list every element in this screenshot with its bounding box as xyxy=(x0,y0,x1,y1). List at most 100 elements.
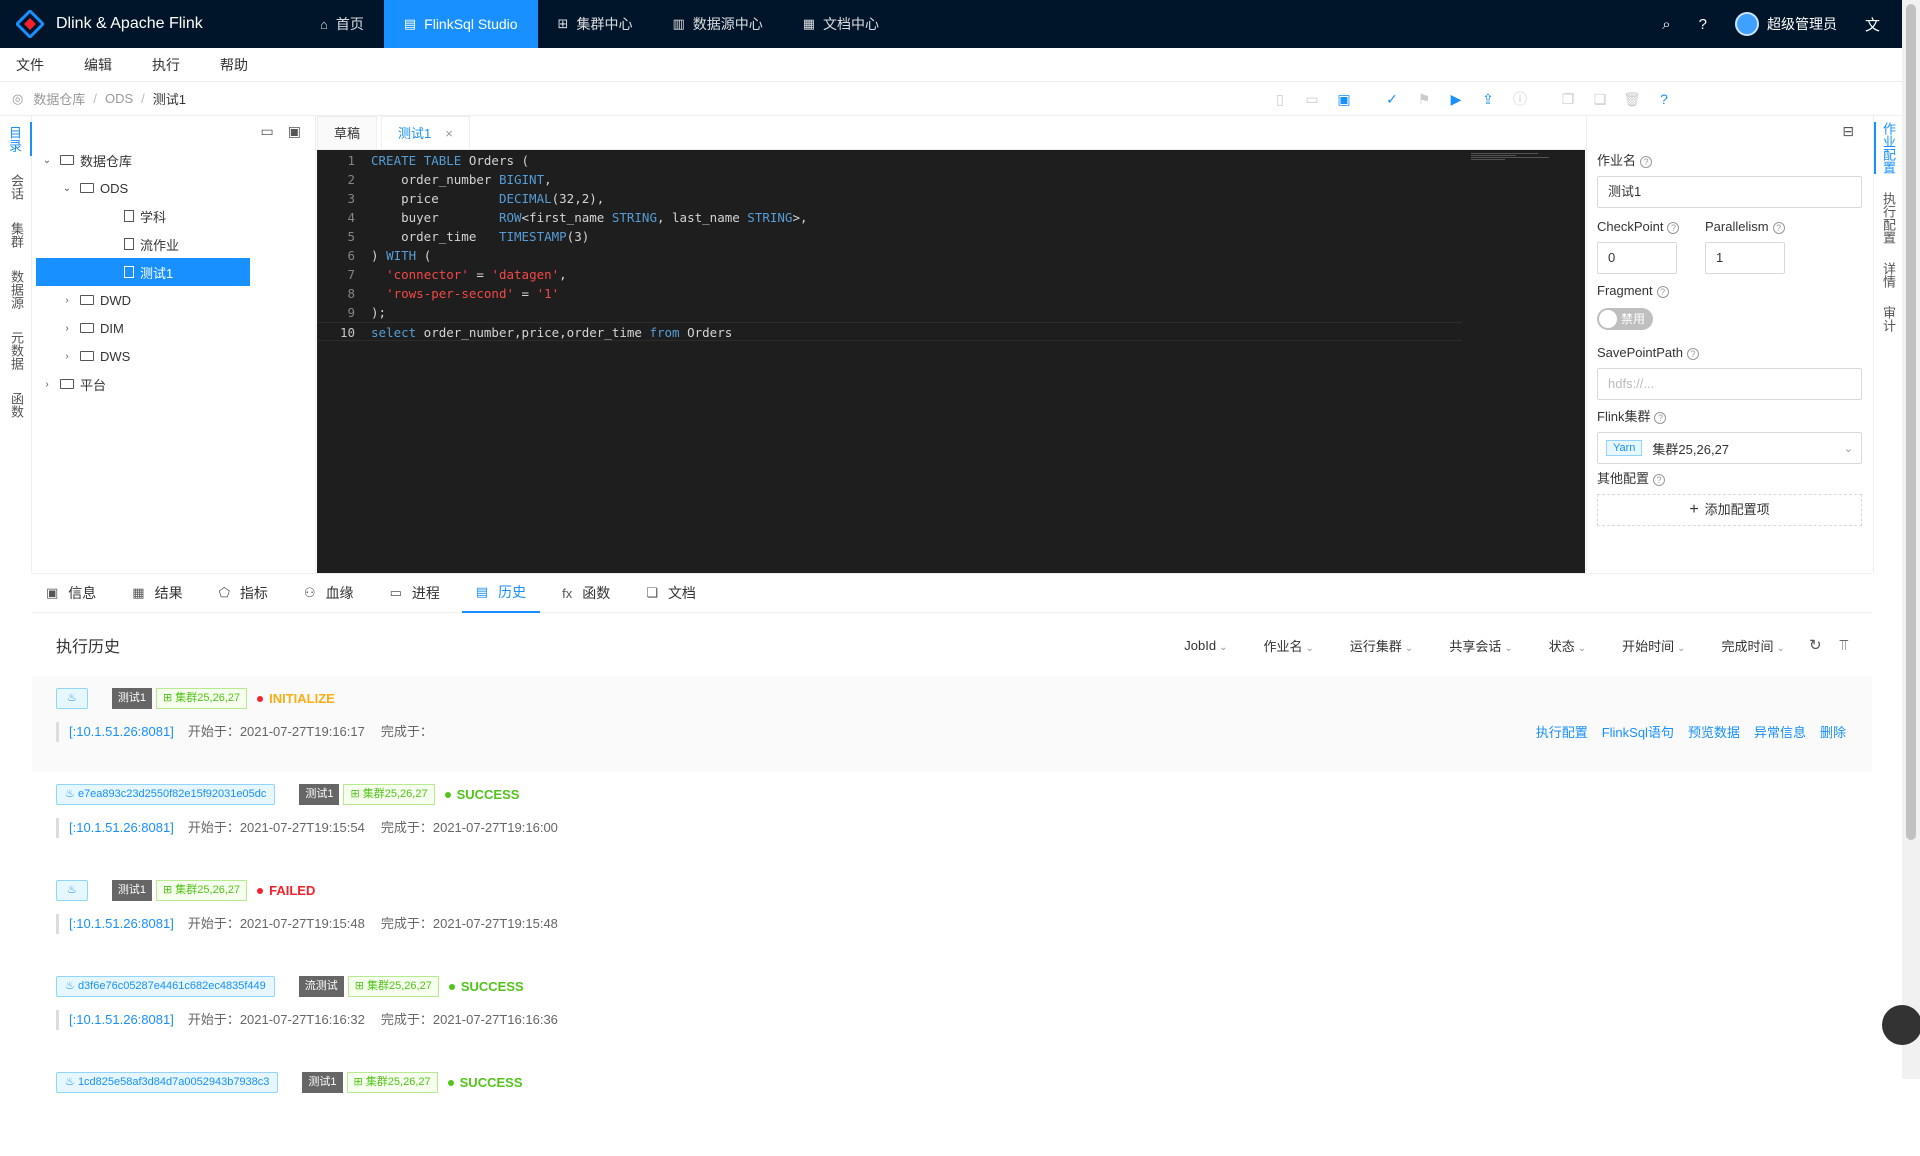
code-line[interactable]: 10 select order_number,price,order_time … xyxy=(317,322,1462,341)
code-line[interactable]: 4 buyer ROW<first_name STRING, last_name… xyxy=(317,208,1585,227)
breadcrumb-item[interactable]: 数据仓库 xyxy=(33,89,85,108)
save-icon[interactable]: ▣ xyxy=(1328,91,1360,108)
close-icon[interactable]: × xyxy=(445,126,453,141)
nav-item[interactable]: ⌂ 首页 xyxy=(300,0,384,48)
chevron-right-icon[interactable]: › xyxy=(60,351,74,362)
nav-item[interactable]: ▦ 文档中心 xyxy=(783,0,899,48)
new-file-icon[interactable]: ▯ xyxy=(1264,91,1296,108)
config-side-tab[interactable]: 执行配置 xyxy=(1874,192,1903,244)
action-link[interactable]: FlinkSql语句 xyxy=(1602,722,1674,741)
collapse-all-icon[interactable]: ▣ xyxy=(288,123,301,140)
cluster-address-link[interactable]: [:10.1.51.26:8081] xyxy=(69,1010,174,1030)
jobid-tag[interactable]: ♨ d3f6e76c05287e4461c682ec4835f449 xyxy=(56,975,275,997)
nav-item[interactable]: ⊞ 集群中心 xyxy=(538,0,653,48)
tree-node[interactable]: 学科 xyxy=(36,202,315,230)
code-line[interactable]: 8 'rows-per-second' = '1' xyxy=(317,284,1585,303)
breadcrumb-item[interactable]: ODS xyxy=(105,91,133,106)
paste-icon[interactable]: ❏ xyxy=(1584,91,1616,108)
console-tab[interactable]: fx 函数 xyxy=(548,573,624,613)
page-scrollbar[interactable] xyxy=(1902,0,1920,1079)
tree-node[interactable]: › DWD xyxy=(36,286,315,314)
check-icon[interactable]: ✓ xyxy=(1376,91,1408,108)
brand[interactable]: Dlink & Apache Flink xyxy=(0,8,300,40)
history-item[interactable]: ♨ 测试1 ⊞ 集群25,26,27 INITIALIZE [:10.1.51.… xyxy=(32,676,1872,772)
action-link[interactable]: 删除 xyxy=(1820,722,1846,741)
filter-dropdown[interactable]: 共享会话 ⌄ xyxy=(1431,636,1512,655)
history-item[interactable]: ♨ 1cd825e58af3d84d7a0052943b7938c3 测试1 ⊞… xyxy=(32,1060,1872,1156)
history-item[interactable]: ♨ d3f6e76c05287e4461c682ec4835f449 流测试 ⊞… xyxy=(32,964,1872,1060)
code-line[interactable]: 5 order_time TIMESTAMP(3) xyxy=(317,227,1585,246)
console-tab[interactable]: ▦ 结果 xyxy=(118,573,196,613)
jobid-tag[interactable]: ♨ e7ea893c23d2550f82e15f92031e05dc xyxy=(56,783,276,805)
chevron-right-icon[interactable]: › xyxy=(60,295,74,306)
action-link[interactable]: 预览数据 xyxy=(1688,722,1740,741)
tab-test1[interactable]: 测试1 × xyxy=(381,116,470,149)
console-tab[interactable]: ⬠ 指标 xyxy=(205,573,282,613)
action-link[interactable]: 执行配置 xyxy=(1536,722,1588,741)
run-icon[interactable]: ▶ xyxy=(1440,91,1472,108)
console-tab[interactable]: ❏ 文档 xyxy=(632,573,710,613)
menu-item[interactable]: 编辑 xyxy=(84,55,112,75)
jobid-tag[interactable]: ♨ 1cd825e58af3d84d7a0052943b7938c3 xyxy=(56,1071,279,1093)
cluster-address-link[interactable]: [:10.1.51.26:8081] xyxy=(69,818,174,838)
cluster-address-link[interactable]: [:10.1.51.26:8081] xyxy=(69,722,174,742)
console-tab[interactable]: ⚇ 血缘 xyxy=(290,573,368,613)
filter-dropdown[interactable]: 完成时间 ⌄ xyxy=(1704,636,1785,655)
console-tab[interactable]: ▤ 历史 xyxy=(461,573,541,613)
config-side-tab[interactable]: 作业配置 xyxy=(1874,122,1903,174)
nav-item[interactable]: ▥ 数据源中心 xyxy=(652,0,782,48)
tree-node[interactable]: › 平台 xyxy=(36,370,315,398)
action-link[interactable]: 异常信息 xyxy=(1754,722,1806,741)
side-tab[interactable]: 目录 xyxy=(0,122,32,156)
history-item[interactable]: ♨ 测试1 ⊞ 集群25,26,27 FAILED [:10.1.51.26:8… xyxy=(32,868,1872,964)
scrollbar-thumb[interactable] xyxy=(1906,4,1916,840)
filter-dropdown[interactable]: 开始时间 ⌄ xyxy=(1604,636,1685,655)
filter-dropdown[interactable]: JobId ⌄ xyxy=(1166,638,1227,653)
cluster-address-link[interactable]: [:10.1.51.26:8081] xyxy=(69,914,174,934)
tree-node[interactable]: › DIM xyxy=(36,314,315,342)
fragment-toggle[interactable]: 禁用 xyxy=(1597,308,1653,330)
side-tab[interactable]: 会话 xyxy=(0,170,32,204)
open-folder-icon[interactable]: ▭ xyxy=(1296,91,1328,108)
chevron-down-icon[interactable]: ⌄ xyxy=(40,155,54,166)
tree-node[interactable]: ⌄ ODS xyxy=(36,174,315,202)
checkpoint-input[interactable]: 0 xyxy=(1597,242,1677,274)
add-folder-icon[interactable]: ▭ xyxy=(261,123,274,140)
info-circle-icon[interactable]: ⓘ xyxy=(1504,89,1536,109)
delete-icon[interactable]: 🗑 xyxy=(1616,91,1648,108)
side-tab[interactable]: 元数据 xyxy=(0,327,32,374)
chevron-right-icon[interactable]: › xyxy=(60,323,74,334)
chevron-right-icon[interactable]: › xyxy=(40,379,54,390)
code-line[interactable]: 9 ); xyxy=(317,303,1585,322)
jobid-tag[interactable]: ♨ xyxy=(56,879,88,901)
filter-dropdown[interactable]: 运行集群 ⌄ xyxy=(1332,636,1413,655)
console-tab[interactable]: ▣ 信息 xyxy=(32,573,110,613)
floating-button[interactable] xyxy=(1882,1005,1920,1045)
filter-dropdown[interactable]: 作业名 ⌄ xyxy=(1246,636,1314,655)
submit-icon[interactable]: ⇪ xyxy=(1472,91,1504,108)
tree-node[interactable]: 测试1 xyxy=(36,258,250,286)
side-tab[interactable]: 集群 xyxy=(0,218,32,252)
nav-item[interactable]: ▤ FlinkSql Studio xyxy=(383,0,538,48)
search-icon[interactable]: ⌕ xyxy=(1648,16,1684,33)
parallelism-input[interactable]: 1 xyxy=(1705,242,1785,274)
side-tab[interactable]: 数据源 xyxy=(0,266,32,313)
language-icon[interactable]: 文 xyxy=(1851,14,1902,35)
collapse-icon[interactable]: ⊟ xyxy=(1842,123,1854,140)
chevron-down-icon[interactable]: ⌄ xyxy=(60,183,74,194)
tree-node[interactable]: › DWS xyxy=(36,342,315,370)
add-config-button[interactable]: + 添加配置项 xyxy=(1597,494,1862,526)
side-tab[interactable]: 函数 xyxy=(0,388,32,422)
history-item[interactable]: ♨ e7ea893c23d2550f82e15f92031e05dc 测试1 ⊞… xyxy=(32,772,1872,868)
filter-dropdown[interactable]: 状态 ⌄ xyxy=(1531,636,1586,655)
jobid-tag[interactable]: ♨ xyxy=(56,687,88,709)
code-line[interactable]: 7 'connector' = 'datagen', xyxy=(317,265,1585,284)
code-line[interactable]: 6 ) WITH ( xyxy=(317,246,1585,265)
cluster-select[interactable]: Yarn 集群25,26,27 ⌄ xyxy=(1597,432,1862,464)
config-side-tab[interactable]: 审计 xyxy=(1874,306,1903,332)
copy-icon[interactable]: ❐ xyxy=(1552,91,1584,108)
menu-item[interactable]: 帮助 xyxy=(220,55,248,75)
tab-draft[interactable]: 草稿 xyxy=(317,116,378,149)
column-settings-icon[interactable]: ⫪ xyxy=(1840,637,1848,654)
job-name-input[interactable]: 测试1 xyxy=(1597,176,1862,208)
